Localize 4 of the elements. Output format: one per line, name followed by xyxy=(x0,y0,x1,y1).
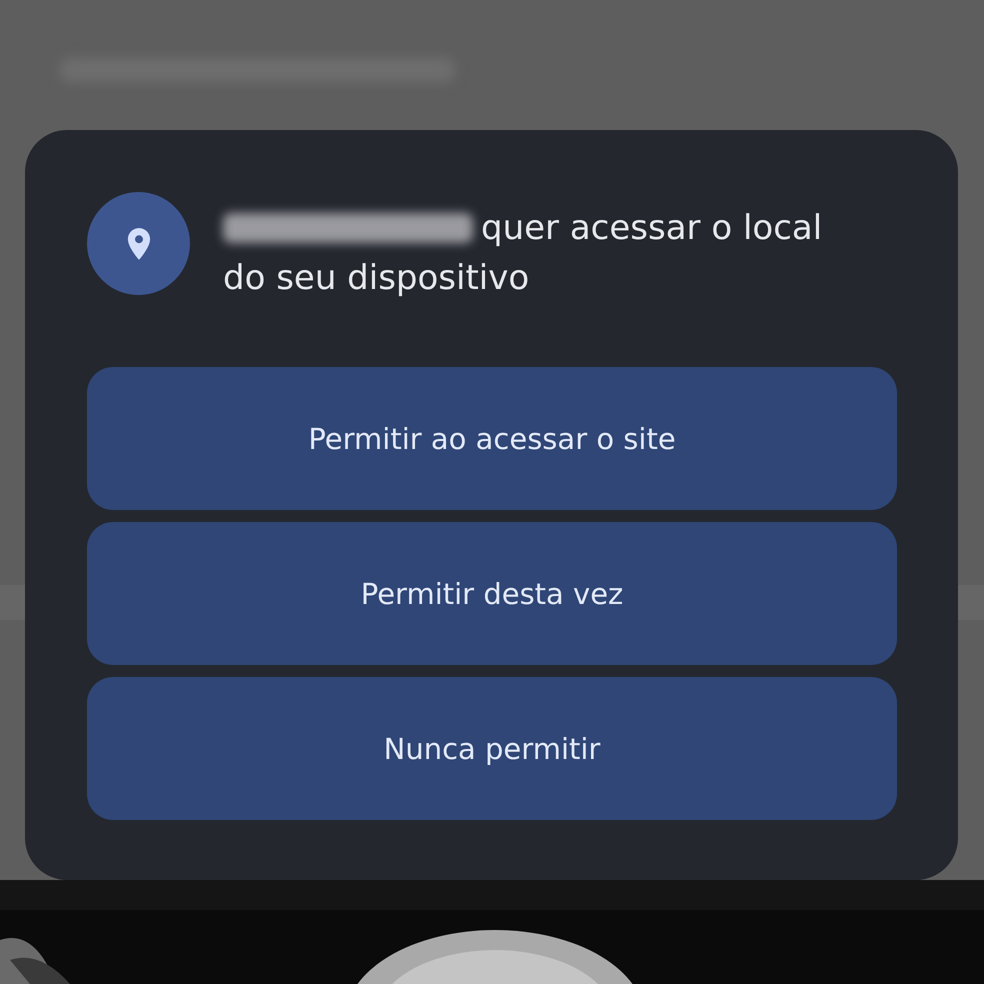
permission-message: quer acessar o local do seu dispositivo xyxy=(223,207,824,300)
permission-button[interactable]: Permitir ao acessar o site xyxy=(87,367,897,510)
permission-button[interactable]: Nunca permitir xyxy=(87,677,897,820)
permission-button[interactable]: Permitir desta vez xyxy=(87,522,897,665)
